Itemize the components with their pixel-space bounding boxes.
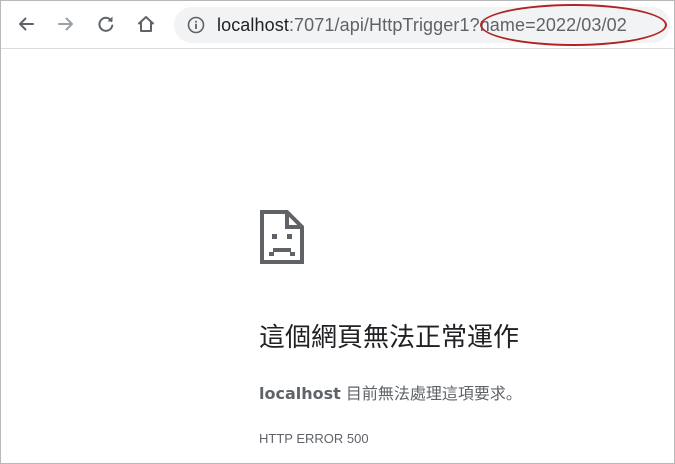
error-host: localhost [259,384,341,403]
url-host: localhost [217,15,289,35]
arrow-right-icon [58,17,73,31]
sad-page-icon [260,210,304,264]
error-message: 目前無法處理這項要求。 [340,384,522,403]
reload-icon [98,16,114,32]
info-icon[interactable] [187,16,205,34]
address-bar[interactable]: localhost:7071/api/HttpTrigger1?name=202… [174,7,670,43]
url-text[interactable]: localhost:7071/api/HttpTrigger1?name=202… [217,15,627,35]
error-code: HTTP ERROR 500 [259,431,369,446]
error-title: 這個網頁無法正常運作 [259,323,520,353]
reload-button[interactable] [91,9,121,39]
error-page: 這個網頁無法正常運作 localhost 目前無法處理這項要求。 HTTP ER… [1,49,674,463]
error-description: localhost 目前無法處理這項要求。 [259,383,522,405]
url-path: :7071/api/HttpTrigger1?name=2022/03/02 [288,15,627,35]
arrow-left-icon [19,17,34,31]
forward-button[interactable] [51,9,81,39]
browser-toolbar: localhost:7071/api/HttpTrigger1?name=202… [1,1,674,49]
back-button[interactable] [11,9,41,39]
browser-window: localhost:7071/api/HttpTrigger1?name=202… [0,0,675,464]
home-icon [138,16,154,32]
home-button[interactable] [131,9,161,39]
